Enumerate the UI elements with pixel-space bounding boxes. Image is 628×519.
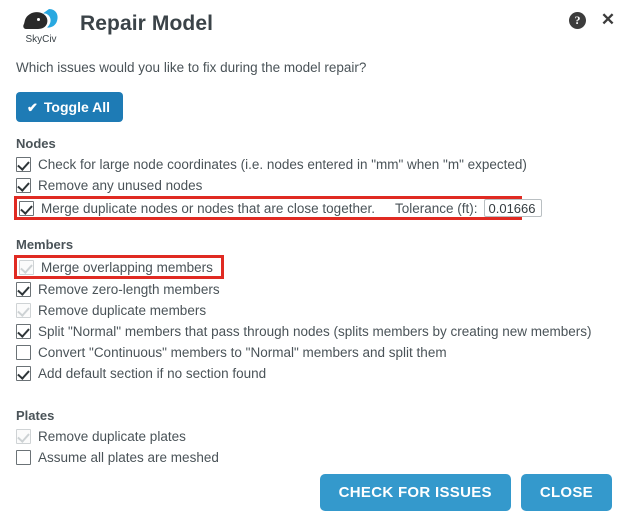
- section-title: Plates: [16, 408, 55, 423]
- option-checkbox: [19, 259, 34, 275]
- page-title: Repair Model: [80, 12, 214, 35]
- option-label[interactable]: Remove zero-length members: [38, 282, 220, 297]
- check-for-issues-button[interactable]: CHECK FOR ISSUES: [319, 473, 511, 511]
- tolerance-input[interactable]: [483, 199, 542, 217]
- option-checkbox[interactable]: [16, 345, 31, 360]
- option-row: Check for large node coordinates (i.e. n…: [16, 154, 614, 175]
- option-checkbox[interactable]: [19, 200, 34, 216]
- section-nodes: Nodes Check for large node coordinates (i…: [14, 136, 614, 220]
- option-row: Split "Normal" members that pass through…: [16, 321, 614, 342]
- section-plates: Plates Remove duplicate plates Assume all …: [14, 408, 614, 468]
- dialog-header: SkyCiv Repair Model ? ✕: [0, 0, 628, 48]
- section-members: Members Merge overlapping members Remove z…: [14, 237, 614, 384]
- option-label: Remove duplicate plates: [38, 429, 186, 444]
- tolerance-label: Tolerance (ft):: [394, 200, 478, 216]
- option-checkbox[interactable]: [16, 450, 31, 465]
- toggle-all-label: Toggle All: [43, 99, 111, 115]
- option-row: Merge duplicate nodes or nodes that are …: [14, 196, 542, 220]
- options-sections: Nodes Check for large node coordinates (i…: [14, 136, 614, 468]
- option-row: Merge overlapping members: [14, 255, 224, 279]
- option-label[interactable]: Add default section if no section found: [38, 366, 266, 381]
- section-title: Nodes: [16, 136, 56, 151]
- option-row: Convert "Continuous" members to "Normal"…: [16, 342, 614, 363]
- option-checkbox: [16, 303, 31, 318]
- option-label[interactable]: Convert "Continuous" members to "Normal"…: [38, 345, 447, 360]
- intro-text: Which issues would you like to fix durin…: [16, 60, 367, 75]
- dialog-body: Which issues would you like to fix durin…: [0, 60, 628, 468]
- option-checkbox[interactable]: [16, 157, 31, 172]
- help-icon[interactable]: ?: [569, 12, 586, 29]
- repair-model-dialog: SkyCiv Repair Model ? ✕ Which issues wou…: [0, 0, 628, 511]
- option-label[interactable]: Assume all plates are meshed: [38, 450, 219, 465]
- dialog-footer: CHECK FOR ISSUES CLOSE: [0, 465, 628, 519]
- option-label[interactable]: Merge duplicate nodes or nodes that are …: [41, 201, 375, 216]
- check-icon: ✔: [27, 99, 38, 115]
- option-label[interactable]: Check for large node coordinates (i.e. n…: [38, 157, 527, 172]
- option-row: Add default section if no section found: [16, 363, 614, 384]
- option-checkbox: [16, 429, 31, 444]
- option-checkbox[interactable]: [16, 324, 31, 339]
- option-label[interactable]: Split "Normal" members that pass through…: [38, 324, 592, 339]
- option-checkbox[interactable]: [16, 366, 31, 381]
- option-label: Remove duplicate members: [38, 303, 207, 318]
- option-row: Remove duplicate plates: [16, 426, 614, 447]
- option-checkbox[interactable]: [16, 178, 31, 193]
- option-label[interactable]: Remove any unused nodes: [38, 178, 202, 193]
- close-icon[interactable]: ✕: [600, 11, 616, 29]
- close-button[interactable]: CLOSE: [520, 473, 612, 511]
- svg-text:SkyCiv: SkyCiv: [25, 34, 56, 45]
- section-title: Members: [16, 237, 74, 252]
- header-actions: ? ✕: [569, 11, 616, 29]
- skyciv-logo: SkyCiv: [16, 3, 66, 47]
- option-row: Remove duplicate members: [16, 300, 614, 321]
- toggle-all-button[interactable]: ✔ Toggle All: [16, 92, 124, 122]
- option-row: Remove any unused nodes: [16, 175, 614, 196]
- option-checkbox[interactable]: [16, 282, 31, 297]
- option-row: Remove zero-length members: [16, 279, 614, 300]
- option-label: Merge overlapping members: [41, 259, 213, 275]
